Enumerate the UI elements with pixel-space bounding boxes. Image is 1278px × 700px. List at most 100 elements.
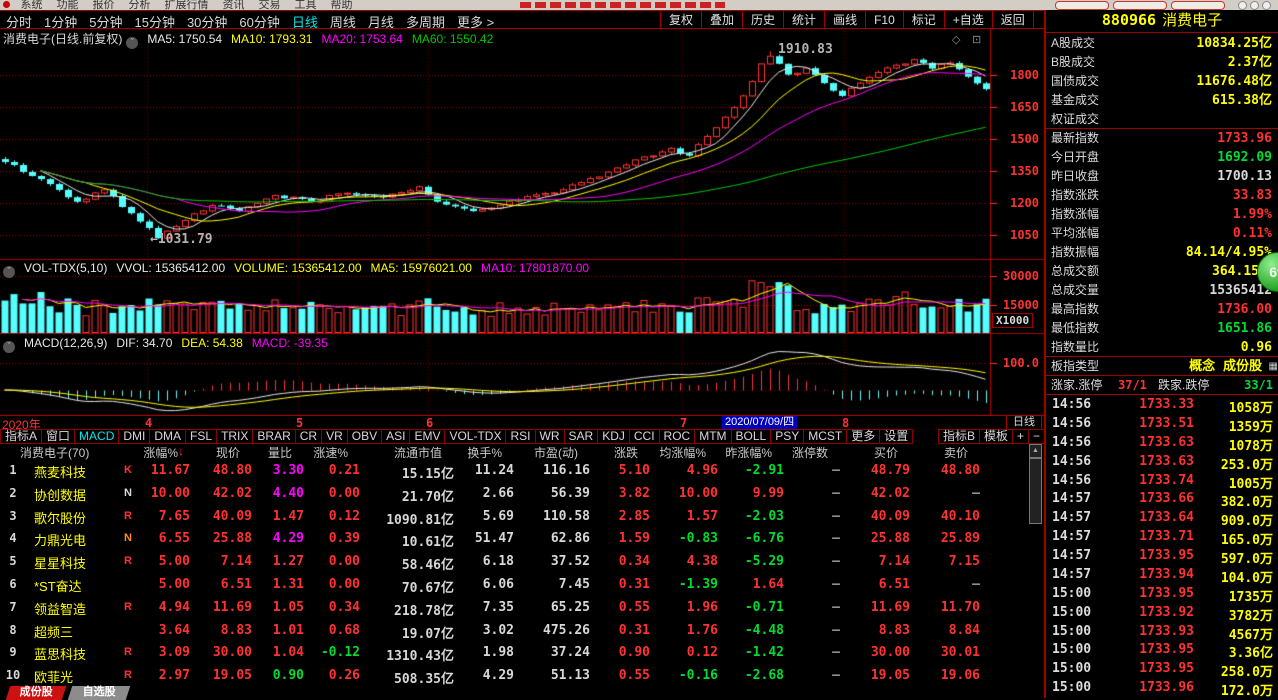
table-row[interactable]: 7领益智造R4.9411.691.050.34218.78亿7.3565.250… [0,597,1028,620]
chevron-down-icon[interactable]: ˇ [3,266,15,278]
indicator-tab-VR[interactable]: VR [321,429,348,444]
indicator-tab-模板[interactable]: 模板 [979,429,1013,444]
menu-item-分析[interactable]: 分析 [128,0,150,10]
toolbar-button-F10[interactable]: F10 [866,11,904,29]
menu-item-系统[interactable]: 系统 [20,0,42,10]
scrollbar-thumb[interactable] [1029,458,1042,524]
indicator-tab-更多[interactable]: 更多 [846,429,880,444]
stock-name[interactable]: 领益智造 [34,599,86,618]
indicator-tab-BOLL[interactable]: BOLL [731,429,772,444]
indicator-tab-窗口[interactable]: 窗口 [41,429,75,444]
column-header-现价[interactable]: 现价 [216,444,240,461]
indicator-tab-VOL-TDX[interactable]: VOL-TDX [444,429,506,444]
table-row[interactable]: 1燕麦科技K11.6748.803.300.2115.15亿11.24116.1… [0,460,1028,483]
column-header-涨停数[interactable]: 涨停数 [792,444,828,461]
column-header-涨跌[interactable]: 涨跌 [614,444,638,461]
indicator-tab-指标A[interactable]: 指标A [0,429,42,444]
toolbar-button-统计[interactable]: 统计 [784,11,825,29]
grid-icon[interactable]: ▦ [1269,357,1278,376]
stock-name[interactable]: 歌尔股份 [34,508,86,527]
table-row[interactable]: 9蓝思科技R3.0930.001.04-0.121310.43亿1.9837.2… [0,642,1028,665]
table-row[interactable]: 8超频三3.648.831.010.6819.07亿3.02475.260.31… [0,620,1028,643]
table-row[interactable]: 10欧菲光R2.9719.050.900.26508.35亿4.2951.130… [0,665,1028,688]
diamond-mark-icon[interactable]: ◇ [952,33,960,46]
column-header-均涨幅%[interactable]: 均涨幅% [659,444,706,461]
indicator-tab-WR[interactable]: WR [535,429,565,444]
indicator-tab-MACD[interactable]: MACD [74,429,119,444]
indicator-tab-DMI[interactable]: DMI [118,429,150,444]
indicator-tab-OBV[interactable]: OBV [347,429,382,444]
stock-name[interactable]: *ST奋达 [34,576,82,595]
tick-trade-list[interactable]: 14:561733.331058万14:561733.511359万14:561… [1046,396,1278,698]
window-maximize-icon[interactable] [1250,1,1259,10]
kline-chart-canvas[interactable] [0,28,1044,416]
menu-item-工具[interactable]: 工具 [294,0,316,10]
symbol-header[interactable]: 880966消费电子 [1046,10,1278,33]
indicator-tab-CR[interactable]: CR [295,429,322,444]
table-row[interactable]: 6*ST奋达5.006.511.310.0070.67亿6.067.450.31… [0,574,1028,597]
indicator-tab-FSL[interactable]: FSL [185,429,217,444]
column-header-市盈(动)[interactable]: 市盈(动) [534,444,578,461]
toolbar-button-标记[interactable]: 标记 [904,11,945,29]
menu-item-扩展行情[interactable]: 扩展行情 [164,0,208,10]
indicator-tab-RSI[interactable]: RSI [505,429,535,444]
menu-item-交易[interactable]: 交易 [258,0,280,10]
toolbar-button-复权[interactable]: 复权 [661,11,702,29]
column-header-流通市值[interactable]: 流通市值 [394,444,442,461]
topbar-pill-button[interactable] [1055,1,1109,10]
menu-item-资讯[interactable]: 资讯 [222,0,244,10]
column-header-换手%[interactable]: 换手% [467,444,502,461]
indicator-tab-CCI[interactable]: CCI [629,429,660,444]
indicator-tab-PSY[interactable]: PSY [770,429,804,444]
stock-name[interactable]: 协创数据 [34,485,86,504]
indicator-tab-DMA[interactable]: DMA [149,429,186,444]
indicator-tab-KDJ[interactable]: KDJ [597,429,630,444]
toolbar-button-画线[interactable]: 画线 [825,11,866,29]
column-header-卖价[interactable]: 卖价 [944,444,968,461]
menu-item-功能[interactable]: 功能 [56,0,78,10]
table-row[interactable]: 4力鼎光电N6.5525.884.290.3910.61亿51.4762.861… [0,528,1028,551]
table-row[interactable]: 5星星科技R5.007.141.270.0058.46亿6.1837.520.3… [0,551,1028,574]
indicator-tab-TRIX[interactable]: TRIX [216,429,253,444]
toolbar-button-历史[interactable]: 历史 [743,11,784,29]
indicator-tab-MTM[interactable]: MTM [694,429,731,444]
chart-area[interactable]: 消费电子(日线.前复权)ˇMA5: 1750.54MA10: 1793.31MA… [0,28,1044,416]
window-close-icon[interactable] [1262,1,1271,10]
indicator-tab-EMV[interactable]: EMV [409,429,445,444]
expand-window-icon[interactable]: ⊡ [972,33,981,46]
toolbar-button-叠加[interactable]: 叠加 [702,11,743,29]
indicator-tab-MCST[interactable]: MCST [803,429,847,444]
column-header-昨涨幅%[interactable]: 昨涨幅% [725,444,772,461]
column-header-涨速%[interactable]: 涨速% [313,444,348,461]
indicator-tab-ROC[interactable]: ROC [659,429,696,444]
toolbar-button-+自选[interactable]: +自选 [945,11,993,29]
indicator-tab-设置[interactable]: 设置 [879,429,913,444]
indicator-tab-BRAR[interactable]: BRAR [252,429,295,444]
stock-name[interactable]: 力鼎光电 [34,530,86,549]
menu-item-报价[interactable]: 报价 [92,0,114,10]
topbar-pill-button[interactable] [1171,1,1225,10]
stock-name[interactable]: 燕麦科技 [34,462,86,481]
window-minimize-icon[interactable] [1238,1,1247,10]
topbar-pill-button[interactable] [1113,1,1167,10]
menu-item-帮助[interactable]: 帮助 [330,0,352,10]
chevron-down-icon[interactable]: ˇ [3,341,15,353]
column-header-涨幅%[interactable]: 涨幅%↓ [143,444,178,461]
indicator-tab-指标B[interactable]: 指标B [938,429,980,444]
table-row[interactable]: 3歌尔股份R7.6540.091.470.121090.81亿5.69110.5… [0,506,1028,529]
column-header-买价[interactable]: 买价 [874,444,898,461]
toolbar-button-返回[interactable]: 返回 [993,11,1033,29]
scrollbar-up-arrow-icon[interactable]: ▲ [1029,444,1042,458]
period-indicator[interactable]: 日线 [1006,415,1042,430]
stock-name[interactable]: 超频三 [34,622,73,641]
stock-name[interactable]: 欧菲光 [34,667,73,686]
stock-name[interactable]: 星星科技 [34,553,86,572]
table-row[interactable]: 2协创数据N10.0042.024.400.0021.70亿2.6656.393… [0,483,1028,506]
indicator-tab-−[interactable]: − [1028,429,1045,444]
column-header-量比[interactable]: 量比 [268,444,292,461]
stock-name[interactable]: 蓝思科技 [34,644,86,663]
chevron-down-icon[interactable]: ˇ [126,37,138,49]
indicator-tab-SAR[interactable]: SAR [564,429,599,444]
indicator-tab-ASI[interactable]: ASI [381,429,410,444]
table-scrollbar[interactable]: ▲ [1028,444,1043,688]
